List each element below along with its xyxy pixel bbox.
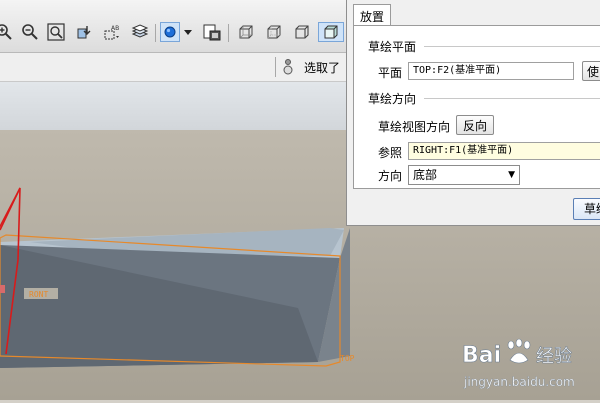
toolbar-separator: [275, 57, 276, 77]
filter-icon[interactable]: [282, 57, 294, 77]
zoom-fit-icon[interactable]: [46, 22, 66, 42]
orientation-label: 方向: [378, 169, 403, 183]
baidu-watermark: Bai 经验 jingyan.baidu.com: [462, 338, 598, 399]
datum-label-front: RONT: [29, 290, 48, 299]
selection-status: 选取了: [304, 61, 341, 75]
chevron-down-icon: ▼: [508, 170, 515, 180]
section-divider: [424, 98, 600, 99]
sketch-dialog: 放置 草绘平面 平面 TOP:F2(基准平面) 使 草绘方向 草绘视图方向 反向…: [346, 0, 600, 226]
plane-field[interactable]: TOP:F2(基准平面): [408, 62, 574, 80]
baidu-logo-icon: Bai 经验 jingyan.baidu.com: [462, 338, 575, 389]
section-divider: [424, 46, 600, 47]
repaint-icon[interactable]: [202, 22, 222, 42]
watermark-url: jingyan.baidu.com: [463, 375, 575, 389]
layers-icon[interactable]: [130, 22, 150, 42]
plane-label: 平面: [378, 66, 403, 80]
zoom-in-icon[interactable]: [0, 22, 14, 42]
view-toolbar: AB: [0, 0, 346, 53]
section-sketch-orientation: 草绘方向: [368, 92, 417, 106]
reference-label: 参照: [378, 146, 403, 160]
zoom-out-icon[interactable]: [20, 22, 40, 42]
named-view-icon[interactable]: AB: [102, 22, 122, 42]
reorient-icon[interactable]: [74, 22, 94, 42]
no-hidden-icon[interactable]: [292, 22, 312, 42]
dropdown-arrow-icon[interactable]: [182, 22, 194, 42]
placement-panel: 草绘平面 平面 TOP:F2(基准平面) 使 草绘方向 草绘视图方向 反向 参照…: [353, 25, 600, 189]
orientation-value: 底部: [413, 168, 438, 182]
tab-placement[interactable]: 放置: [353, 4, 391, 27]
watermark-brand: Bai: [462, 343, 501, 368]
orientation-select[interactable]: 底部 ▼: [408, 165, 520, 185]
use-previous-button[interactable]: 使: [582, 61, 600, 81]
toolbar-separator: [228, 24, 229, 42]
status-strip: 选取了: [0, 53, 346, 82]
sketch-button[interactable]: 草绘: [573, 198, 600, 220]
toolbar-separator: [155, 24, 156, 42]
flip-button[interactable]: 反向: [456, 115, 494, 135]
reference-field[interactable]: RIGHT:F1(基准平面): [408, 142, 600, 160]
viewport-background: [0, 82, 346, 130]
watermark-brand2: 经验: [536, 346, 572, 367]
shading-icon[interactable]: [318, 22, 344, 42]
hidden-line-icon[interactable]: [264, 22, 284, 42]
wireframe-icon[interactable]: [236, 22, 256, 42]
section-sketch-plane: 草绘平面: [368, 40, 417, 54]
datum-label-top: TOP: [340, 354, 355, 363]
view-direction-label: 草绘视图方向: [378, 120, 451, 134]
display-style-icon[interactable]: [160, 22, 180, 42]
datum-marker: [0, 285, 5, 293]
